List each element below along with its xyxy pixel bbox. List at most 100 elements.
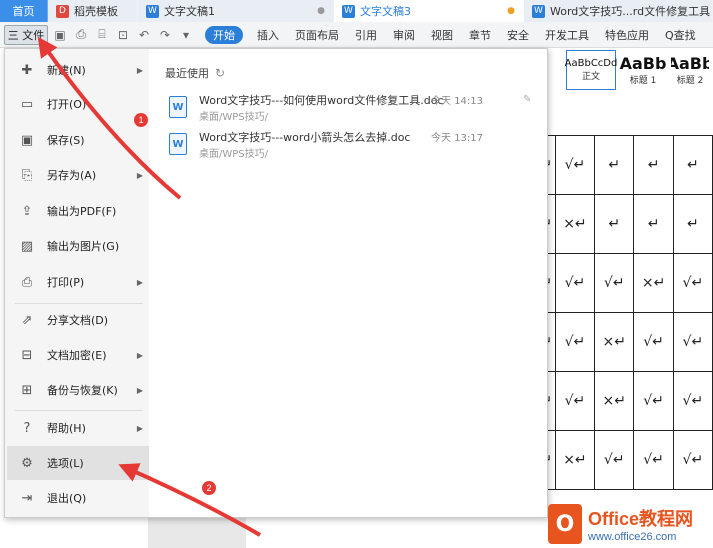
annotation-badge-1: 1 <box>134 113 148 127</box>
table-cell[interactable]: √↵ <box>554 371 596 431</box>
share-icon: ⇗ <box>21 312 33 328</box>
tab-unsaved-dot-icon[interactable]: ● <box>497 6 515 16</box>
table-cell[interactable]: √↵ <box>594 430 635 490</box>
table-row: ↵√↵×↵√↵√↵ <box>537 371 713 431</box>
zoom-icon[interactable]: ⊡ <box>114 26 132 44</box>
recent-file-item[interactable]: W Word文字技巧---如何使用word文件修复工具.doc 桌面/WPS技巧… <box>169 92 539 130</box>
image-icon: ▨ <box>20 238 34 254</box>
file-menu-label: 三 文件 <box>7 28 45 42</box>
save-icon[interactable]: ▣ <box>51 26 69 44</box>
table-cell[interactable]: √↵ <box>672 371 713 431</box>
redo-icon[interactable]: ↷ <box>156 26 174 44</box>
recent-files-pane: 最近使用 ↻ W Word文字技巧---如何使用word文件修复工具.doc 桌… <box>149 49 547 517</box>
table-cell[interactable]: √↵ <box>633 312 674 372</box>
table-cell[interactable]: √↵ <box>633 430 674 490</box>
table-cell[interactable]: ↵ <box>633 194 674 254</box>
tab-docer-templates[interactable]: D 稻壳模板 <box>48 0 138 22</box>
word-doc-icon: W <box>169 133 187 155</box>
table-cell[interactable]: √↵ <box>554 312 596 372</box>
refresh-icon[interactable]: ↻ <box>215 66 225 80</box>
menu-item-label: 新建(N) <box>47 64 86 77</box>
submenu-arrow-icon: ▶ <box>136 423 143 433</box>
submenu-arrow-icon: ▶ <box>136 277 143 287</box>
recent-file-name: Word文字技巧---word小箭头怎么去掉.doc <box>199 131 411 144</box>
menu-item-export-image[interactable]: ▨ 输出为图片(G) <box>7 229 149 263</box>
table-row: ↵×↵↵↵↵ <box>537 194 713 254</box>
table-cell[interactable]: ×↵ <box>554 194 596 254</box>
print-icon[interactable]: ⌸ <box>93 26 111 44</box>
tab-start[interactable]: 开始 <box>205 25 243 44</box>
menu-item-export-pdf[interactable]: ⇪ 输出为PDF(F) <box>7 194 149 228</box>
table-cell[interactable]: ×↵ <box>554 430 596 490</box>
table-cell[interactable]: √↵ <box>554 135 596 195</box>
menu-item-exit[interactable]: ⇥ 退出(Q) <box>7 481 149 515</box>
tab-insert[interactable]: 插入 <box>249 27 287 43</box>
menu-item-options[interactable]: ⚙ 选项(L) <box>7 446 149 480</box>
table-cell[interactable]: √↵ <box>672 430 713 490</box>
style-heading-2[interactable]: AaBb 标题 2 <box>670 50 710 90</box>
recent-files-heading: 最近使用 <box>165 67 209 80</box>
table-cell[interactable]: ↵ <box>633 135 674 195</box>
table-cell[interactable]: √↵ <box>672 253 713 313</box>
menu-item-save-as[interactable]: ⎘ 另存为(A) ▶ <box>7 158 149 192</box>
tab-sections[interactable]: 章节 <box>461 27 499 43</box>
tab-document-1[interactable]: W 文字文稿1 ● <box>138 0 334 22</box>
file-menu-list: ✚ 新建(N) ▶ ▭ 打开(O) ▣ 保存(S) ⎘ 另存为(A) ▶ ⇪ 输… <box>5 49 149 517</box>
table-cell[interactable]: √↵ <box>672 312 713 372</box>
table-cell[interactable]: √↵ <box>594 253 635 313</box>
style-heading-1[interactable]: AaBb 标题 1 <box>618 50 668 90</box>
tab-home-label: 首页 <box>12 5 35 18</box>
table-cell[interactable]: √↵ <box>633 371 674 431</box>
print-preview-icon[interactable]: ⎙ <box>72 26 90 44</box>
table-row: ↵√↵↵↵↵ <box>537 135 713 195</box>
document-table[interactable]: ↵√↵↵↵↵↵×↵↵↵↵↵√↵√↵×↵√↵↵√↵×↵√↵√↵↵√↵×↵√↵√↵↵… <box>537 135 713 490</box>
table-cell[interactable]: ↵ <box>672 135 713 195</box>
menu-item-help[interactable]: ? 帮助(H) ▶ <box>7 411 149 445</box>
menu-item-open[interactable]: ▭ 打开(O) <box>7 87 149 121</box>
recent-file-item[interactable]: W Word文字技巧---word小箭头怎么去掉.doc 桌面/WPS技巧/ 今… <box>169 129 539 167</box>
style-normal[interactable]: AaBbCcDd 正文 <box>565 50 617 90</box>
undo-icon[interactable]: ↶ <box>135 26 153 44</box>
menu-item-new[interactable]: ✚ 新建(N) ▶ <box>7 53 149 87</box>
tab-close-dot-icon[interactable]: ● <box>307 6 325 16</box>
tab-security[interactable]: 安全 <box>499 27 537 43</box>
tab-review[interactable]: 审阅 <box>385 27 423 43</box>
table-cell[interactable]: ×↵ <box>633 253 674 313</box>
check-table[interactable]: ↵√↵↵↵↵↵×↵↵↵↵↵√↵√↵×↵√↵↵√↵×↵√↵√↵↵√↵×↵√↵√↵↵… <box>537 135 713 490</box>
table-cell[interactable]: ↵ <box>672 194 713 254</box>
table-cell[interactable]: √↵ <box>554 253 596 313</box>
menu-item-label: 打开(O) <box>47 98 87 111</box>
tab-special-apps[interactable]: 特色应用 <box>597 27 657 43</box>
gear-icon: ⚙ <box>21 455 33 471</box>
menu-item-print[interactable]: ⎙ 打印(P) ▶ <box>7 265 149 299</box>
menu-item-save[interactable]: ▣ 保存(S) <box>7 123 149 157</box>
menu-item-encrypt[interactable]: ⊟ 文档加密(E) ▶ <box>7 338 149 372</box>
word-doc-icon: W <box>169 96 187 118</box>
tab-developer[interactable]: 开发工具 <box>537 27 597 43</box>
tab-view[interactable]: 视图 <box>423 27 461 43</box>
recent-file-path: 桌面/WPS技巧/ <box>199 112 269 123</box>
menu-item-label: 退出(Q) <box>47 492 87 505</box>
tab-page-layout[interactable]: 页面布局 <box>287 27 347 43</box>
recent-file-time: 今天 14:13 <box>431 96 483 107</box>
menu-item-label: 输出为PDF(F) <box>47 205 117 218</box>
recent-file-time: 今天 13:17 <box>431 133 483 144</box>
submenu-arrow-icon: ▶ <box>136 170 143 180</box>
table-cell[interactable]: ×↵ <box>594 312 635 372</box>
tab-home[interactable]: 首页 <box>0 0 48 22</box>
table-cell[interactable]: ×↵ <box>594 371 635 431</box>
table-row: ↵×↵√↵√↵√↵ <box>537 430 713 490</box>
tab-references[interactable]: 引用 <box>347 27 385 43</box>
table-cell[interactable]: ↵ <box>594 194 635 254</box>
table-cell[interactable]: ↵ <box>594 135 635 195</box>
tab-document-3[interactable]: W 文字文稿3 ● <box>334 0 524 22</box>
office-logo-icon: O <box>548 504 582 544</box>
customize-chevron-icon[interactable]: ▾ <box>177 26 195 44</box>
tab-find[interactable]: Q查找 <box>657 27 704 43</box>
tab-word-tips[interactable]: W Word文字技巧...rd文件修复工具 <box>524 0 713 22</box>
menu-item-backup[interactable]: ⊞ 备份与恢复(K) ▶ <box>7 373 149 407</box>
table-row: ↵√↵×↵√↵√↵ <box>537 312 713 372</box>
menu-item-share[interactable]: ⇗ 分享文档(D) <box>7 303 149 337</box>
pin-icon[interactable]: ✎ <box>523 94 531 105</box>
file-menu-button[interactable]: 三 文件 <box>4 24 48 45</box>
